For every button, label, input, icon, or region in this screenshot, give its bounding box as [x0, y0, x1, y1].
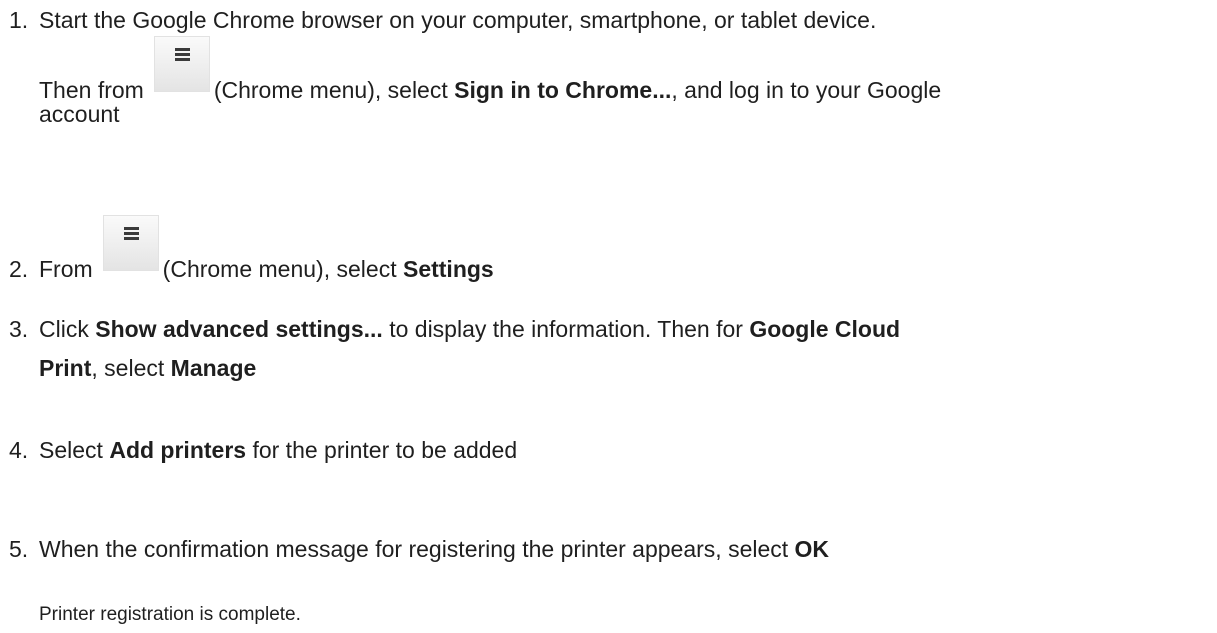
step-bold-text: Sign in to Chrome... [454, 77, 672, 103]
step-bold-text: Print [39, 355, 92, 381]
step-text: Start the Google Chrome browser on your … [39, 7, 877, 33]
step-3: 3. Click Show advanced settings... to dis… [9, 309, 900, 349]
chrome-menu-icon [153, 36, 210, 92]
step-text: account [39, 101, 120, 127]
step-number: 1. [9, 7, 29, 33]
chrome-menu-icon [102, 215, 159, 271]
step-number: 5. [9, 536, 29, 562]
step-bold-text: Manage [170, 355, 257, 381]
step-1: 1. Start the Google Chrome browser on you… [9, 0, 876, 40]
step-4: 4. Select Add printers for the printer to… [9, 430, 517, 470]
step-bold-text: Show advanced settings... [95, 316, 383, 342]
step-text: (Chrome menu), select [213, 77, 448, 103]
step-bold-text: Settings [402, 256, 494, 282]
step-text: , and log in to your Google [671, 77, 942, 103]
step-text: to display the information. Then for [389, 316, 743, 342]
step-text: , select [91, 355, 165, 381]
step-3-line-2: Print, select Manage [39, 348, 256, 388]
step-bold-text: Google Cloud [749, 316, 901, 342]
step-number: 2. [9, 256, 29, 282]
step-number: 4. [9, 437, 29, 463]
instruction-steps: 1. Start the Google Chrome browser on you… [0, 0, 1217, 633]
step-text: Click [39, 316, 89, 342]
step-text: for the printer to be added [252, 437, 518, 463]
step-bold-text: Add printers [109, 437, 247, 463]
step-text: From [39, 256, 93, 282]
step-bold-text: OK [794, 536, 830, 562]
step-2: 2. From (Chrome menu), select Settings [9, 215, 494, 289]
step-text: Select [39, 437, 103, 463]
step-number: 3. [9, 316, 29, 342]
step-1-line-2: Then from (Chrome menu), select Sign in t… [39, 36, 942, 110]
step-5: 5. When the confirmation message for regi… [9, 529, 829, 569]
step-text: (Chrome menu), select [162, 256, 397, 282]
step-text: When the confirmation message for regist… [39, 536, 789, 562]
completion-note: Printer registration is complete. [39, 604, 301, 625]
step-1-line-3: account [39, 94, 120, 134]
